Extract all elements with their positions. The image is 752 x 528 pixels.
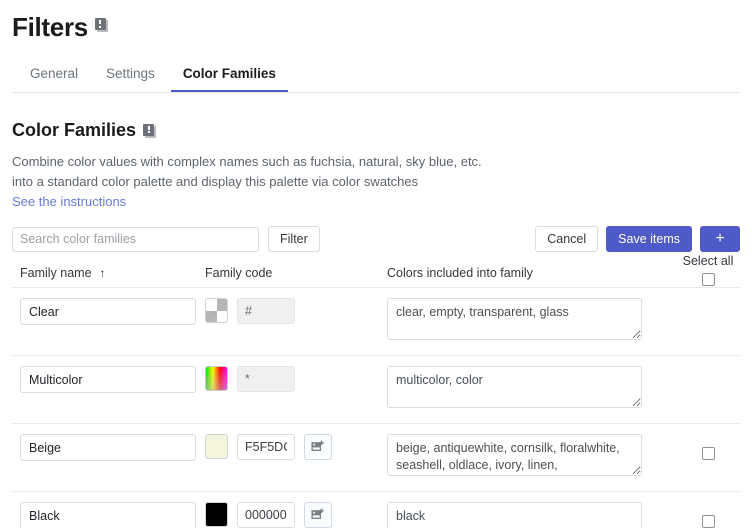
colors-textarea[interactable]: beige, antiquewhite, cornsilk, floralwhi…	[387, 434, 642, 477]
row-colors-cell: multicolor, color	[387, 366, 676, 413]
filters-page: Filters General Settings Color Families …	[0, 0, 752, 528]
add-item-button[interactable]: +	[700, 226, 740, 253]
table-header-row: Family name ↑ Family code Colors included…	[12, 266, 740, 289]
family-code-input[interactable]	[237, 298, 295, 325]
description-line-2: into a standard color palette and displa…	[12, 174, 419, 190]
table-row: clear, empty, transparent, glass	[12, 288, 740, 357]
select-all-group: Select all	[676, 254, 740, 291]
colors-textarea[interactable]: multicolor, color	[387, 366, 642, 409]
family-name-input[interactable]	[20, 298, 196, 326]
filter-button[interactable]: Filter	[268, 226, 320, 253]
column-header-family-name[interactable]: Family name ↑	[12, 266, 205, 280]
section-info-badge-icon[interactable]	[143, 123, 157, 138]
family-name-input[interactable]	[20, 366, 196, 394]
family-name-input[interactable]	[20, 502, 196, 528]
row-colors-cell: black	[387, 502, 676, 528]
column-header-colors: Colors included into family	[387, 266, 533, 281]
colors-textarea[interactable]: clear, empty, transparent, glass	[387, 298, 642, 341]
row-code-cell	[205, 298, 387, 325]
description-line-1: Combine color values with complex names …	[12, 154, 482, 170]
table-row: black	[12, 492, 740, 528]
row-colors-cell: clear, empty, transparent, glass	[387, 298, 676, 345]
page-header: Filters	[12, 0, 740, 42]
row-code-cell	[205, 434, 387, 461]
section-description: Combine color values with complex names …	[12, 152, 740, 192]
table-row: multicolor, color	[12, 356, 740, 425]
tab-color-families[interactable]: Color Families	[170, 60, 288, 92]
row-name-cell	[12, 502, 205, 528]
tab-bar: General Settings Color Families	[12, 60, 740, 93]
toolbar: Filter Cancel Save items +	[12, 226, 740, 253]
table-row: beige, antiquewhite, cornsilk, floralwhi…	[12, 424, 740, 493]
column-header-family-code: Family code	[205, 266, 273, 281]
colors-textarea[interactable]: black	[387, 502, 642, 528]
row-code-cell	[205, 366, 387, 393]
row-check-cell	[676, 502, 740, 528]
row-name-cell	[12, 434, 205, 462]
color-swatch-transparent-icon[interactable]	[205, 298, 228, 324]
section-header: Color Families	[12, 119, 740, 141]
row-colors-cell: beige, antiquewhite, cornsilk, floralwhi…	[387, 434, 676, 481]
page-title: Filters	[12, 12, 88, 42]
save-items-button[interactable]: Save items	[606, 226, 692, 253]
row-check-cell	[676, 366, 740, 374]
row-code-cell	[205, 502, 387, 528]
add-image-icon[interactable]	[304, 502, 332, 528]
color-swatch-multicolor-icon[interactable]	[205, 366, 228, 392]
family-code-input[interactable]	[237, 366, 295, 393]
sort-ascending-icon[interactable]: ↑	[100, 266, 106, 280]
select-all-label: Select all	[682, 254, 734, 268]
row-name-cell	[12, 366, 205, 394]
family-code-input[interactable]	[237, 502, 295, 528]
see-instructions-link[interactable]: See the instructions	[12, 194, 126, 209]
section-title: Color Families	[12, 119, 137, 140]
row-check-cell	[676, 434, 740, 461]
info-badge-icon[interactable]	[94, 18, 108, 32]
select-all-checkbox[interactable]	[701, 273, 715, 286]
row-select-checkbox[interactable]	[701, 447, 715, 461]
search-input[interactable]	[12, 226, 259, 252]
family-name-input[interactable]	[20, 434, 196, 462]
row-check-cell	[676, 298, 740, 306]
tab-settings[interactable]: Settings	[94, 60, 167, 92]
color-families-table: Family name ↑ Family code Colors included…	[12, 266, 740, 528]
family-code-input[interactable]	[237, 434, 295, 461]
column-header-family-name-label: Family name	[20, 266, 92, 281]
color-swatch-black-icon[interactable]	[205, 502, 228, 528]
color-swatch-beige-icon[interactable]	[205, 434, 228, 460]
row-select-checkbox[interactable]	[701, 515, 715, 528]
row-name-cell	[12, 298, 205, 326]
tab-general[interactable]: General	[18, 60, 90, 92]
add-image-icon[interactable]	[304, 434, 332, 461]
cancel-button[interactable]: Cancel	[535, 226, 599, 253]
